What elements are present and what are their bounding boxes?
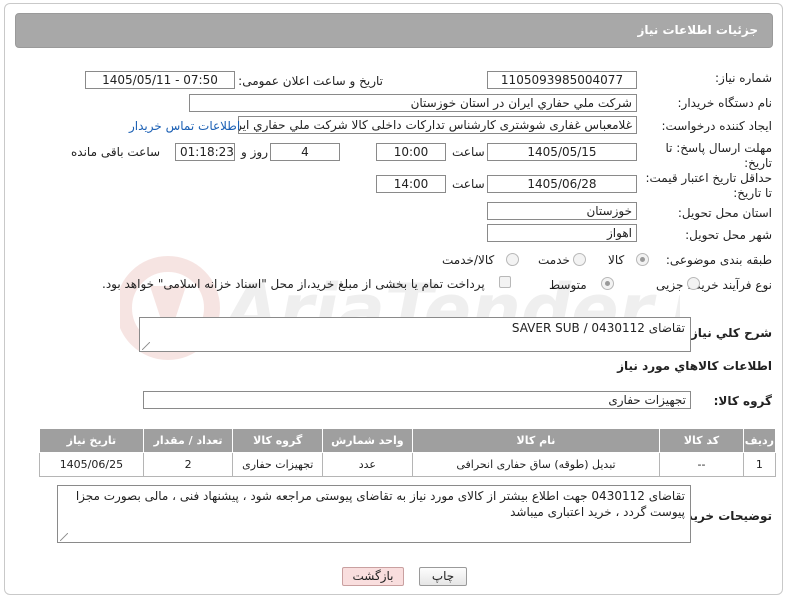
general-desc-label: شرح کلي نیاز: [686, 326, 772, 340]
col-group: گروه کالا [232, 428, 324, 453]
validity-label-line1: حداقل تاریخ اعتبار قیمت: [645, 171, 772, 185]
need-number-field[interactable]: 1105093985004077 [487, 71, 637, 89]
col-unit: واحد شمارش [322, 428, 413, 453]
category-both-radio[interactable] [506, 253, 519, 266]
time-remaining-field[interactable]: 01:18:23 [175, 143, 235, 161]
resize-grip-icon[interactable] [142, 342, 150, 350]
general-desc-field[interactable]: تقاضای SAVER SUB / 0430112 [139, 317, 691, 352]
need-number-label: شماره نیاز: [715, 71, 772, 85]
category-goods-label: کالا [608, 253, 625, 267]
deadline-label-line2: تاریخ: [744, 156, 772, 170]
category-goods-radio[interactable] [636, 253, 649, 266]
buyer-org-field[interactable]: شرکت ملي حفاري ايران در استان خوزستان [189, 94, 637, 112]
category-label: طبقه بندی موضوعی: [665, 253, 772, 267]
resize-grip-icon[interactable] [60, 533, 68, 541]
cell-need-date: 1405/06/25 [39, 452, 144, 477]
province-field[interactable]: خوزستان [487, 202, 637, 220]
province-label: استان محل تحویل: [677, 206, 772, 220]
cell-code: -- [659, 452, 744, 477]
general-desc-text: تقاضای SAVER SUB / 0430112 [511, 321, 685, 335]
cell-name: تبدیل (طوقه) ساق حفاری انحرافی [411, 452, 661, 477]
goods-group-field[interactable]: تجهیزات حفاری [143, 391, 691, 409]
buyer-contact-link[interactable]: اطلاعات تماس خریدار [129, 119, 240, 133]
deadline-label-line1: مهلت ارسال پاسخ: تا [665, 141, 772, 155]
col-quantity: تعداد / مقدار [142, 428, 234, 453]
days-label: روز و [241, 145, 268, 159]
treasury-payment-checkbox[interactable] [499, 276, 511, 288]
process-medium-radio[interactable] [601, 277, 614, 290]
cell-quantity: 2 [142, 452, 234, 477]
cell-row: 1 [742, 452, 777, 477]
page-header: جزئیات اطلاعات نیاز [15, 13, 773, 48]
treasury-payment-note: پرداخت تمام یا بخشی از مبلغ خرید،از محل … [102, 277, 485, 291]
validity-date-field[interactable]: 1405/06/28 [487, 175, 637, 193]
deadline-date-field[interactable]: 1405/05/15 [487, 143, 637, 161]
cell-unit: عدد [322, 452, 413, 477]
announce-date-field[interactable]: 1405/05/11 - 07:50 [85, 71, 235, 89]
col-name: نام کالا [411, 428, 661, 453]
buyer-notes-text: تقاضای 0430112 جهت اطلاع بیشتر از کالای … [75, 489, 685, 519]
page-title: جزئیات اطلاعات نیاز [637, 23, 758, 37]
category-both-label: کالا/خدمت [442, 253, 495, 267]
col-row: ردیف [742, 428, 777, 453]
announce-label: تاریخ و ساعت اعلان عمومی: [238, 74, 383, 88]
deadline-label: مهلت ارسال پاسخ: تا تاریخ: [652, 141, 772, 171]
process-medium-label: متوسط [549, 278, 587, 292]
category-service-label: خدمت [538, 253, 570, 267]
days-remaining-field[interactable]: 4 [270, 143, 340, 161]
goods-group-label: گروه کالا: [713, 394, 772, 408]
buyer-org-label: نام دستگاه خریدار: [677, 96, 773, 110]
goods-table: ردیف کد کالا نام کالا واحد شمارش گروه کا… [39, 428, 777, 477]
goods-table-header: ردیف کد کالا نام کالا واحد شمارش گروه کا… [39, 428, 777, 453]
validity-time-label: ساعت [452, 177, 485, 191]
category-service-radio[interactable] [573, 253, 586, 266]
goods-info-title: اطلاعات کالاهاي مورد نیاز [617, 359, 772, 373]
col-code: کد کالا [659, 428, 744, 453]
process-minor-label: جزیی [656, 278, 684, 292]
creator-field[interactable]: غلامعباس غفاری شوشتری کارشناس تدارکات دا… [238, 116, 637, 134]
creator-label: ایجاد کننده درخواست: [661, 119, 772, 133]
process-minor-radio[interactable] [687, 277, 700, 290]
buyer-notes-field[interactable]: تقاضای 0430112 جهت اطلاع بیشتر از کالای … [57, 485, 691, 543]
deadline-time-field[interactable]: 10:00 [376, 143, 446, 161]
deadline-time-label: ساعت [452, 145, 485, 159]
process-type-label: نوع فرآیند خرید : [687, 278, 772, 292]
time-remaining-label: ساعت باقی مانده [71, 145, 161, 159]
cell-group: تجهیزات حفاری [232, 452, 324, 477]
city-label: شهر محل تحویل: [685, 228, 772, 242]
city-field[interactable]: اهواز [487, 224, 637, 242]
validity-label-line2: تا تاریخ: [733, 186, 772, 200]
table-row[interactable]: 1 -- تبدیل (طوقه) ساق حفاری انحرافی عدد … [39, 452, 777, 477]
main-panel: AriaTender.net جزئیات اطلاعات نیاز شماره… [4, 3, 783, 595]
back-button[interactable]: بازگشت [342, 567, 404, 586]
print-button[interactable]: چاپ [419, 567, 467, 586]
validity-label: حداقل تاریخ اعتبار قیمت: تا تاریخ: [632, 171, 772, 201]
validity-time-field[interactable]: 14:00 [376, 175, 446, 193]
col-need-date: تاریخ نیاز [39, 428, 144, 453]
